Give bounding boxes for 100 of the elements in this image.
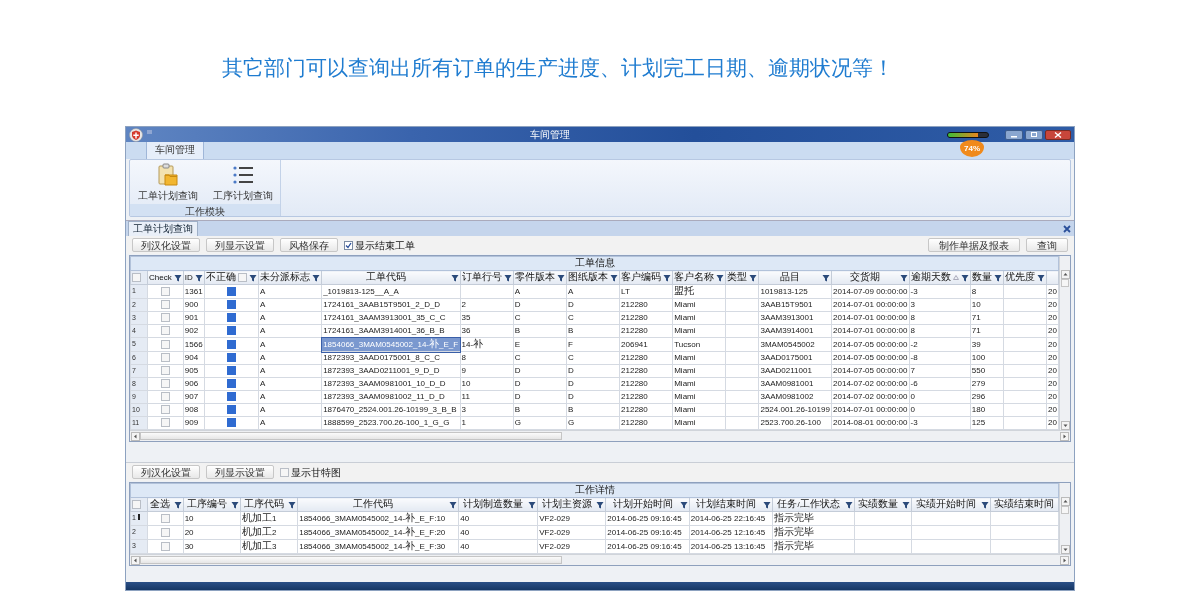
- checkbox[interactable]: [226, 353, 236, 363]
- table-cell: 20: [1046, 416, 1059, 430]
- toolbar-button[interactable]: 列汉化设置: [132, 238, 200, 252]
- filter-icon[interactable]: [1036, 273, 1045, 282]
- filter-icon[interactable]: [503, 273, 512, 282]
- checkbox[interactable]: [160, 379, 170, 389]
- filter-icon[interactable]: [749, 273, 758, 282]
- filter-icon[interactable]: [230, 500, 239, 509]
- checkbox[interactable]: [160, 527, 170, 537]
- filter-icon[interactable]: [901, 500, 910, 509]
- column-header[interactable]: 实绩结束时间: [991, 498, 1057, 511]
- checkbox[interactable]: [160, 313, 170, 323]
- scroll-down-icon[interactable]: [1060, 421, 1070, 430]
- toolbar-button[interactable]: 列显示设置: [206, 238, 274, 252]
- filter-icon[interactable]: [899, 273, 908, 282]
- checkbox[interactable]: [132, 272, 141, 282]
- close-icon[interactable]: [1045, 129, 1071, 140]
- checkbox-label[interactable]: 显示结束工单: [355, 238, 415, 252]
- scroll-down-icon[interactable]: [1060, 545, 1070, 554]
- filter-icon[interactable]: [960, 273, 969, 282]
- scrollbar-thumb[interactable]: [1061, 279, 1069, 287]
- checkbox[interactable]: [226, 300, 236, 310]
- checkbox[interactable]: [226, 313, 236, 323]
- filter-icon[interactable]: [173, 500, 182, 509]
- checkbox[interactable]: [226, 286, 236, 296]
- table-cell: 1872393_3AAD0211001_9_D_D: [321, 364, 461, 378]
- filter-icon[interactable]: [288, 500, 297, 509]
- filter-icon[interactable]: [194, 273, 203, 282]
- shield-logo-icon[interactable]: [129, 127, 143, 142]
- filter-icon[interactable]: [449, 500, 458, 509]
- checkbox[interactable]: [160, 418, 170, 428]
- filter-icon[interactable]: [173, 273, 182, 282]
- filter-icon[interactable]: [450, 273, 459, 282]
- checkbox[interactable]: [226, 339, 236, 349]
- table-cell: 125: [970, 416, 1004, 430]
- checkbox-label[interactable]: 显示甘特图: [291, 465, 341, 479]
- filter-icon[interactable]: [596, 500, 605, 509]
- filter-icon[interactable]: [993, 273, 1002, 282]
- filter-icon[interactable]: [716, 273, 725, 282]
- scrollbar-thumb[interactable]: [1061, 506, 1069, 514]
- checkbox[interactable]: [238, 273, 247, 282]
- scrollbar-thumb[interactable]: [140, 556, 563, 564]
- table-cell: 20: [1046, 337, 1059, 352]
- close-icon[interactable]: [1063, 225, 1071, 233]
- filter-icon[interactable]: [822, 273, 831, 282]
- checkbox[interactable]: [160, 339, 170, 349]
- checkbox[interactable]: [160, 366, 170, 376]
- table-cell: 指示完毕: [772, 525, 855, 540]
- scroll-up-icon[interactable]: [1060, 497, 1070, 506]
- scroll-right-icon[interactable]: [1060, 555, 1069, 565]
- vertical-scrollbar[interactable]: [1059, 483, 1070, 554]
- checkbox[interactable]: [160, 541, 170, 551]
- vertical-scrollbar[interactable]: [1059, 256, 1070, 430]
- toolbar-button[interactable]: 列显示设置: [206, 465, 274, 479]
- toolbar-button[interactable]: 制作单据及报表: [928, 238, 1020, 252]
- scroll-up-icon[interactable]: [1060, 270, 1070, 279]
- checkbox[interactable]: [160, 286, 170, 296]
- filter-icon[interactable]: [980, 500, 989, 509]
- toolbar-button[interactable]: 风格保存: [280, 238, 338, 252]
- checkbox[interactable]: [132, 499, 141, 509]
- checkbox[interactable]: [226, 405, 236, 415]
- ribbon-button[interactable]: 工单计划查询: [137, 163, 198, 201]
- checkbox[interactable]: [160, 405, 170, 415]
- scrollbar-thumb[interactable]: [140, 432, 563, 440]
- minimize-icon[interactable]: [1005, 129, 1023, 140]
- checkbox[interactable]: [160, 353, 170, 363]
- group-label: 工作模块: [130, 204, 280, 216]
- restore-icon[interactable]: [1025, 129, 1043, 140]
- scroll-right-icon[interactable]: [1060, 431, 1069, 441]
- toolbar-button[interactable]: 查询: [1026, 238, 1068, 252]
- checkbox[interactable]: [344, 240, 353, 250]
- filter-icon[interactable]: [610, 273, 619, 282]
- filter-icon[interactable]: [556, 273, 565, 282]
- checkbox[interactable]: [160, 326, 170, 336]
- table-cell: 10: [460, 377, 514, 391]
- table-cell: G: [513, 416, 567, 430]
- checkbox[interactable]: [226, 418, 236, 428]
- horizontal-scrollbar[interactable]: [130, 554, 1070, 565]
- checkbox[interactable]: [280, 467, 289, 477]
- filter-icon[interactable]: [679, 500, 688, 509]
- filter-icon[interactable]: [844, 500, 853, 509]
- checkbox[interactable]: [226, 392, 236, 402]
- ribbon-button[interactable]: 工序计划查询: [212, 163, 273, 201]
- checkbox[interactable]: [226, 379, 236, 389]
- checkbox[interactable]: [226, 326, 236, 336]
- checkbox[interactable]: [226, 366, 236, 376]
- document-tab[interactable]: 工单计划查询: [128, 221, 198, 236]
- horizontal-scrollbar[interactable]: [130, 430, 1070, 441]
- checkbox[interactable]: [160, 300, 170, 310]
- scroll-left-icon[interactable]: [131, 555, 140, 565]
- checkbox[interactable]: [160, 513, 170, 523]
- filter-icon[interactable]: [528, 500, 537, 509]
- checkbox[interactable]: [160, 392, 170, 402]
- filter-icon[interactable]: [763, 500, 772, 509]
- table-cell: A: [258, 403, 322, 417]
- table-cell: -3: [909, 284, 971, 299]
- filter-icon[interactable]: [663, 273, 672, 282]
- toolbar-button[interactable]: 列汉化设置: [132, 465, 200, 479]
- filter-icon[interactable]: [312, 273, 321, 282]
- scroll-left-icon[interactable]: [131, 431, 140, 441]
